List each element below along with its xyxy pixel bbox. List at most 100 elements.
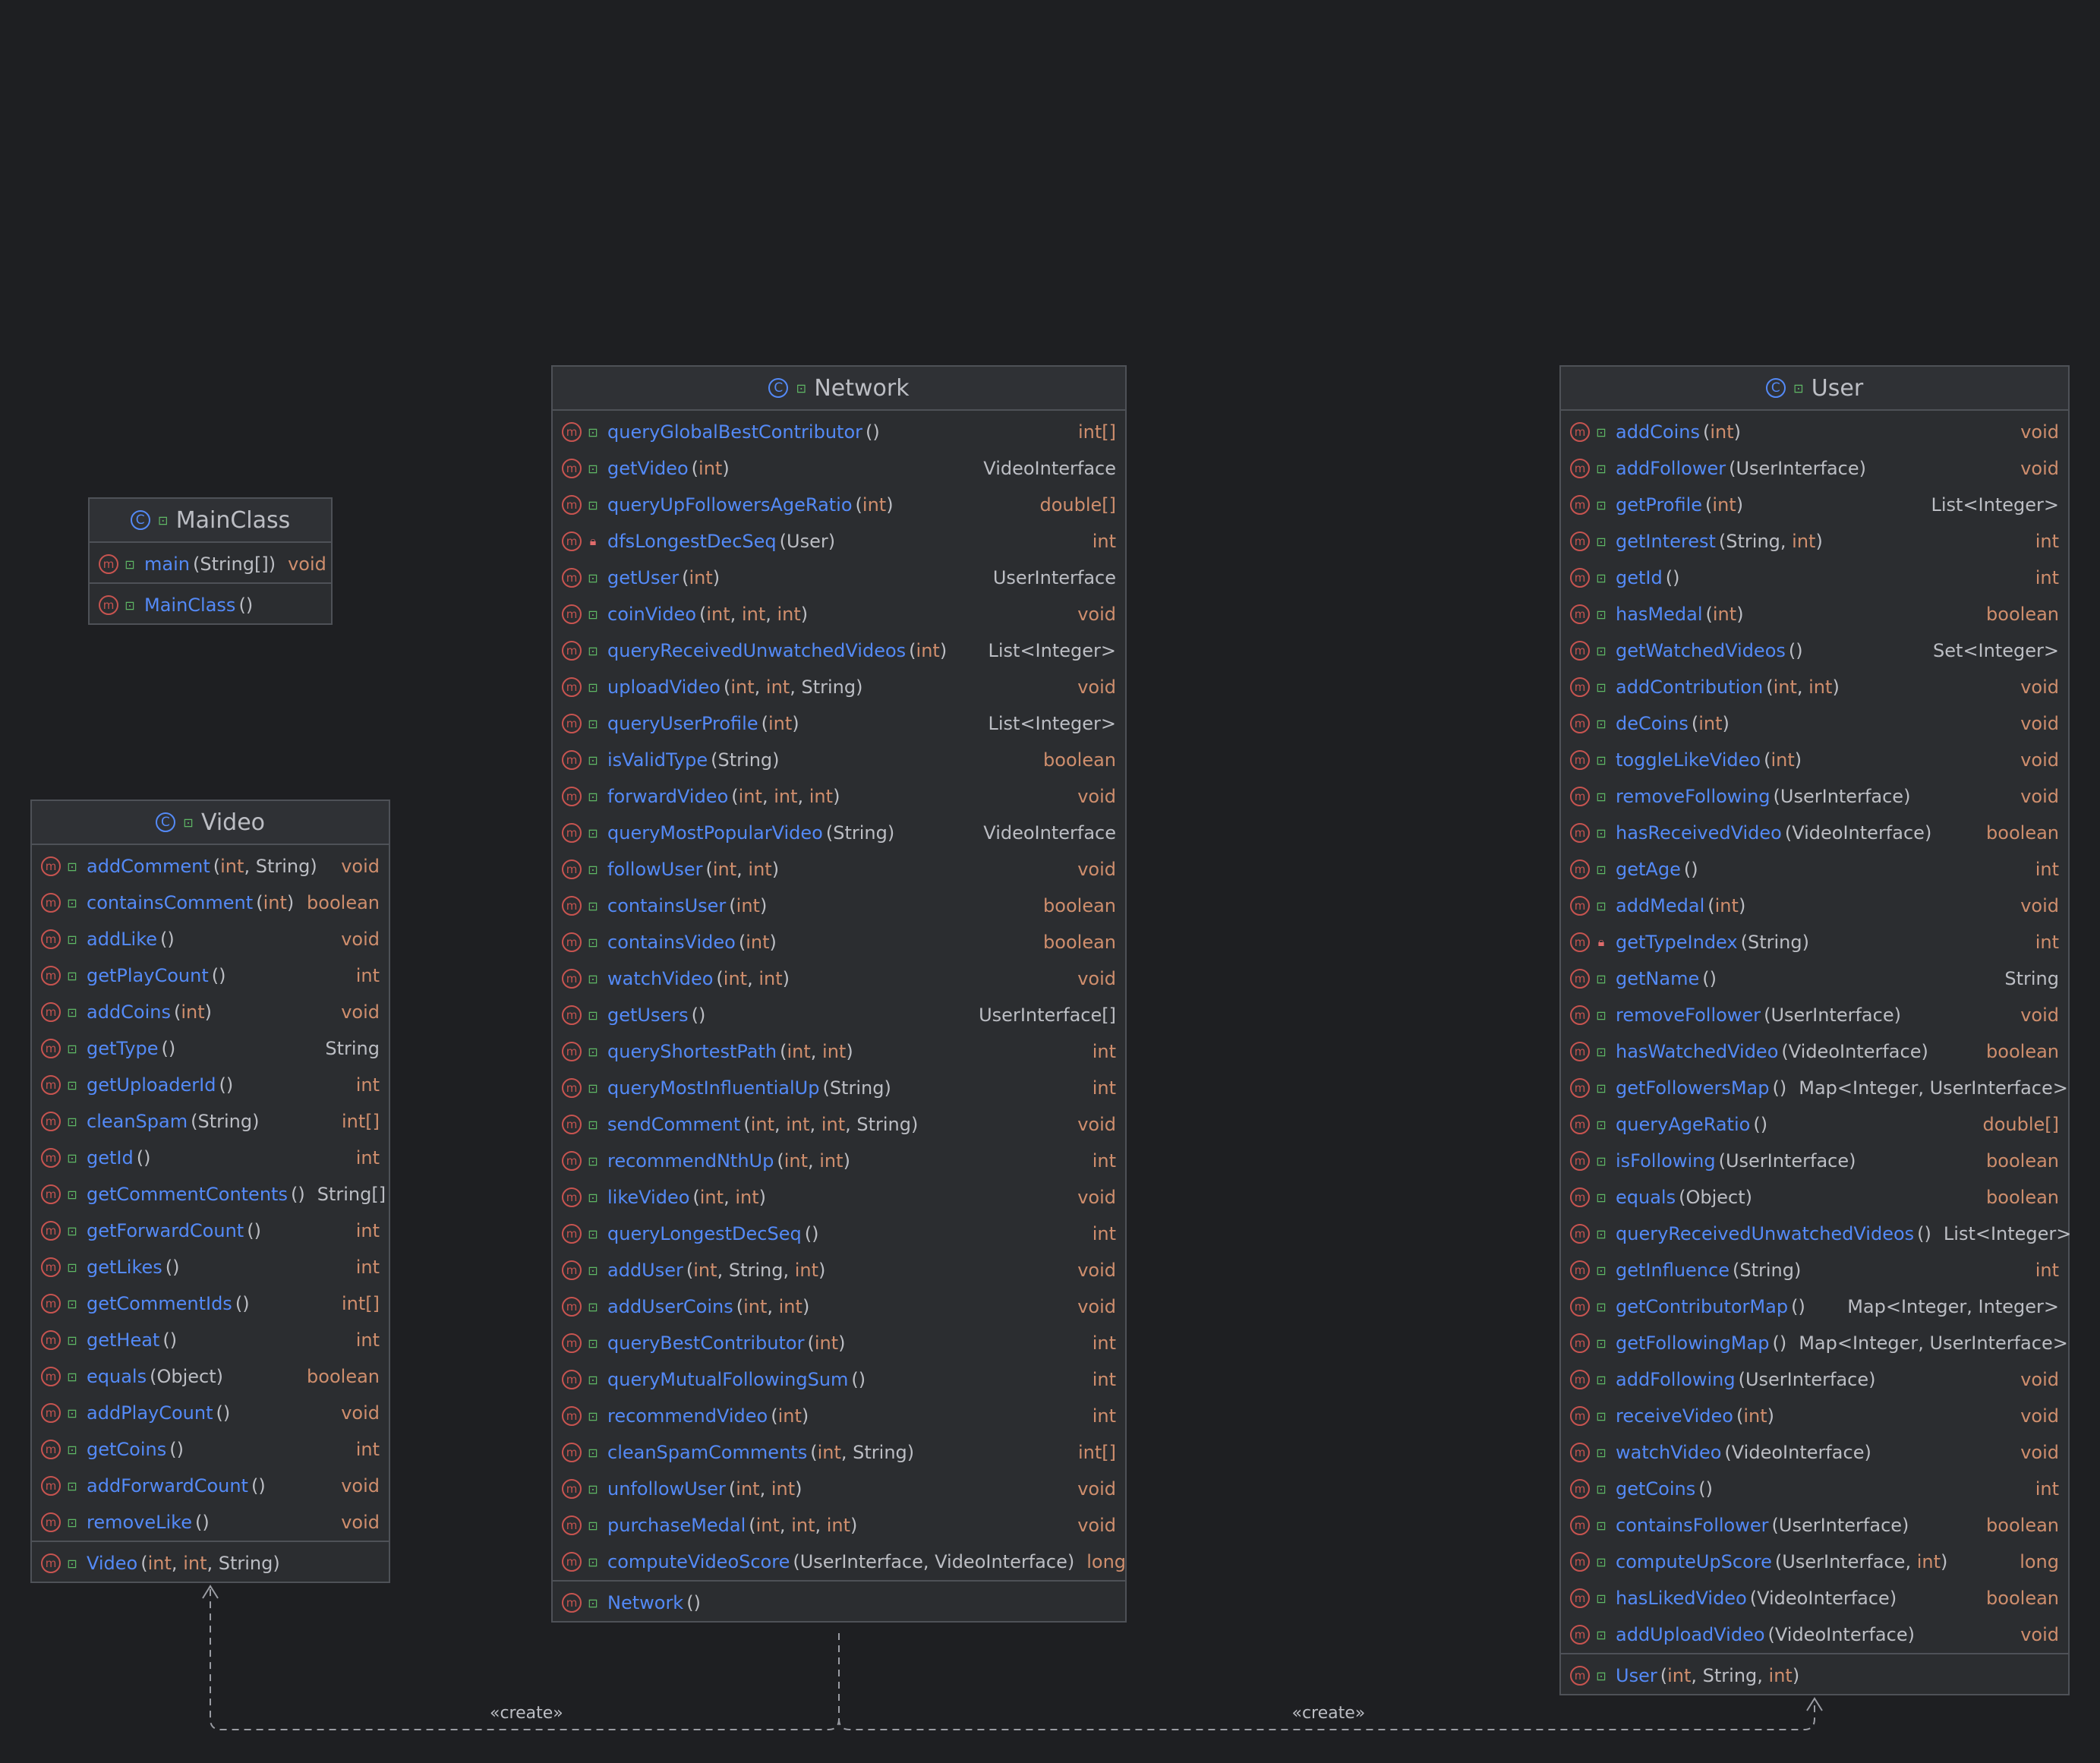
method-row[interactable]: m ⊡ recommendNthUp (int, int) int [553, 1143, 1125, 1179]
method-row[interactable]: m ⊡ getFollowersMap() Map<Integer, UserInte… [1561, 1070, 2068, 1106]
method-row[interactable]: m ⊡ addUser (int, String, int) void [553, 1252, 1125, 1288]
method-row[interactable]: m ⊡ likeVideo (int, int) void [553, 1179, 1125, 1216]
method-row[interactable]: m ⊡ containsFollower (UserInterface) boolean [1561, 1507, 2068, 1544]
method-row[interactable]: m ⊡ isFollowing (UserInterface) boolean [1561, 1143, 2068, 1179]
method-row[interactable]: m ⊡ toggleLikeVideo (int) void [1561, 742, 2068, 778]
method-row[interactable]: m ⊡ followUser (int, int) void [553, 851, 1125, 888]
method-row[interactable]: m ⊡ sendComment (int, int, int, String) void [553, 1106, 1125, 1143]
method-row[interactable]: m ⊡ getUsers() UserInterface[] [553, 997, 1125, 1033]
method-row[interactable]: m ⊡ equals (Object) boolean [1561, 1179, 2068, 1216]
method-row[interactable]: m ⊡ getVideo (int) VideoInterface [553, 450, 1125, 487]
method-row[interactable]: m ⊡ getProfile (int) List<Integer> [1561, 487, 2068, 523]
method-row[interactable]: m ⊡ getCoins() int [1561, 1471, 2068, 1507]
method-row[interactable]: m ⊡ queryReceivedUnwatchedVideos() List<Int… [1561, 1216, 2071, 1252]
method-row[interactable]: m ⊡ isValidType (String) boolean [553, 742, 1125, 778]
class-box-video[interactable]: C ⊡ Video m ⊡ addComment (int, String) void m ⊡ co… [30, 800, 390, 1583]
method-icon: m [1570, 495, 1590, 515]
method-row[interactable]: m ⊡ hasLikedVideo (VideoInterface) boolean [1561, 1580, 2068, 1616]
method-row[interactable]: m ⊡ getId() int [32, 1140, 389, 1176]
method-row[interactable]: m ⊡ addPlayCount() void [32, 1395, 389, 1431]
method-row[interactable]: m ⊡ addMedal (int) void [1561, 888, 2068, 924]
method-row[interactable]: m ⊡ addFollower (UserInterface) void [1561, 450, 2068, 487]
method-row[interactable]: m ⊡ removeFollower (UserInterface) void [1561, 997, 2068, 1033]
method-row[interactable]: m ⊡ equals (Object) boolean [32, 1358, 389, 1395]
method-row[interactable]: m ⊡ addForwardCount() void [32, 1468, 389, 1504]
method-row[interactable]: m ⊡ hasReceivedVideo (VideoInterface) boolea… [1561, 815, 2068, 851]
method-row[interactable]: m ⊡ queryReceivedUnwatchedVideos (int) List<… [553, 632, 1125, 669]
method-row[interactable]: m ⊡ deCoins (int) void [1561, 705, 2068, 742]
method-row[interactable]: m ⊡ containsVideo (int) boolean [553, 924, 1125, 960]
method-row[interactable]: m ⊡ coinVideo (int, int, int) void [553, 596, 1125, 632]
method-row[interactable]: m ⊡ getForwardCount() int [32, 1213, 389, 1249]
method-row[interactable]: m ⊡ cleanSpam (String) int[] [32, 1103, 389, 1140]
method-row[interactable]: m ⊡ addCoins (int) void [32, 994, 389, 1030]
method-row[interactable]: m ⊡ getUser (int) UserInterface [553, 560, 1125, 596]
method-row[interactable]: m ⊡ cleanSpamComments (int, String) int[] [553, 1434, 1125, 1471]
method-row[interactable]: m ⊡ queryMostPopularVideo (String) VideoInte… [553, 815, 1125, 851]
method-row[interactable]: m ⊡ addUserCoins (int, int) void [553, 1288, 1125, 1325]
constructor-row[interactable]: m ⊡ Network() [553, 1585, 1125, 1621]
method-row[interactable]: m ⊡ getAge() int [1561, 851, 2068, 888]
method-row[interactable]: m ⊡ getInfluence (String) int [1561, 1252, 2068, 1288]
method-row[interactable]: m ⊡ queryMutualFollowingSum() int [553, 1361, 1125, 1398]
class-header[interactable]: C ⊡ Video [32, 801, 389, 845]
method-row[interactable]: m ⊡ addLike() void [32, 921, 389, 957]
method-row[interactable]: m ⊡ unfollowUser (int, int) void [553, 1471, 1125, 1507]
class-header[interactable]: C ⊡ User [1561, 367, 2068, 411]
method-row[interactable]: m ⊡ getCommentIds() int[] [32, 1285, 389, 1322]
class-box-user[interactable]: C ⊡ User m ⊡ addCoins (int) void m ⊡ addFollower (U… [1559, 365, 2071, 1695]
method-row[interactable]: m ⊡ getCommentContents() String[] [32, 1176, 389, 1213]
method-row[interactable]: m ⊡ recommendVideo (int) int [553, 1398, 1125, 1434]
method-row[interactable]: m ⊡ queryMostInfluentialUp (String) int [553, 1070, 1125, 1106]
method-row[interactable]: m ⊡ getWatchedVideos() Set<Integer> [1561, 632, 2068, 669]
method-row[interactable]: m ⊡ removeFollowing (UserInterface) void [1561, 778, 2068, 815]
method-row[interactable]: m ⊡ computeUpScore (UserInterface, int) long [1561, 1544, 2068, 1580]
class-header[interactable]: C ⊡ Network [553, 367, 1125, 411]
method-row[interactable]: m ⊡ queryUserProfile (int) List<Integer> [553, 705, 1125, 742]
method-row[interactable]: m ⊡ queryGlobalBestContributor() int[] [553, 414, 1125, 450]
method-row[interactable]: m ⊡ uploadVideo (int, int, String) void [553, 669, 1125, 705]
method-row[interactable]: m ⊡ removeLike() void [32, 1504, 389, 1541]
class-box-network[interactable]: C ⊡ Network m ⊡ queryGlobalBestContributor() i… [551, 365, 1127, 1623]
method-row[interactable]: m ⊡ watchVideo (VideoInterface) void [1561, 1434, 2068, 1471]
method-row[interactable]: m ⊡ forwardVideo (int, int, int) void [553, 778, 1125, 815]
method-row[interactable]: m 🔒︎ dfsLongestDecSeq (User) int [553, 523, 1125, 560]
method-row[interactable]: m ⊡ getFollowingMap() Map<Integer, UserInte… [1561, 1325, 2068, 1361]
method-row[interactable]: m ⊡ containsUser (int) boolean [553, 888, 1125, 924]
method-row[interactable]: m ⊡ getType() String [32, 1030, 389, 1067]
method-row[interactable]: m ⊡ main (String[]) void [90, 546, 331, 582]
method-row[interactable]: m ⊡ queryUpFollowersAgeRatio (int) double[] [553, 487, 1125, 523]
method-row[interactable]: m ⊡ getPlayCount() int [32, 957, 389, 994]
method-row[interactable]: m ⊡ addContribution (int, int) void [1561, 669, 2068, 705]
method-row[interactable]: m ⊡ addFollowing (UserInterface) void [1561, 1361, 2068, 1398]
method-row[interactable]: m ⊡ containsComment (int) boolean [32, 885, 389, 921]
method-row[interactable]: m ⊡ getContributorMap() Map<Integer, Intege… [1561, 1288, 2068, 1325]
method-row[interactable]: m ⊡ getName() String [1561, 960, 2068, 997]
method-row[interactable]: m ⊡ purchaseMedal (int, int, int) void [553, 1507, 1125, 1544]
method-row[interactable]: m ⊡ getId() int [1561, 560, 2068, 596]
method-row[interactable]: m ⊡ getLikes() int [32, 1249, 389, 1285]
method-row[interactable]: m ⊡ addCoins (int) void [1561, 414, 2068, 450]
method-row[interactable]: m ⊡ addUploadVideo (VideoInterface) void [1561, 1616, 2068, 1653]
method-row[interactable]: m ⊡ queryAgeRatio() double[] [1561, 1106, 2068, 1143]
method-row[interactable]: m ⊡ receiveVideo (int) void [1561, 1398, 2068, 1434]
method-row[interactable]: m ⊡ getCoins() int [32, 1431, 389, 1468]
method-row[interactable]: m ⊡ watchVideo (int, int) void [553, 960, 1125, 997]
constructor-row[interactable]: m ⊡ User (int, String, int) [1561, 1657, 2068, 1694]
constructor-row[interactable]: m ⊡ Video (int, int, String) [32, 1545, 389, 1582]
method-row[interactable]: m ⊡ computeVideoScore (UserInterface, Video… [553, 1544, 1126, 1580]
method-row[interactable]: m 🔒︎ getTypeIndex (String) int [1561, 924, 2068, 960]
method-row[interactable]: m ⊡ getHeat() int [32, 1322, 389, 1358]
method-row[interactable]: m ⊡ getUploaderId() int [32, 1067, 389, 1103]
class-box-mainclass[interactable]: C ⊡ MainClass m ⊡ main (String[]) void m ⊡ MainCla… [88, 497, 333, 625]
class-header[interactable]: C ⊡ MainClass [90, 499, 331, 543]
constructor-row[interactable]: m ⊡ MainClass() [90, 587, 331, 623]
method-row[interactable]: m ⊡ hasMedal (int) boolean [1561, 596, 2068, 632]
method-row[interactable]: m ⊡ getInterest (String, int) int [1561, 523, 2068, 560]
method-name: queryUpFollowersAgeRatio [607, 494, 853, 516]
method-row[interactable]: m ⊡ hasWatchedVideo (VideoInterface) boolean [1561, 1033, 2068, 1070]
method-row[interactable]: m ⊡ queryShortestPath (int, int) int [553, 1033, 1125, 1070]
method-row[interactable]: m ⊡ queryLongestDecSeq() int [553, 1216, 1125, 1252]
method-row[interactable]: m ⊡ queryBestContributor (int) int [553, 1325, 1125, 1361]
method-row[interactable]: m ⊡ addComment (int, String) void [32, 848, 389, 885]
